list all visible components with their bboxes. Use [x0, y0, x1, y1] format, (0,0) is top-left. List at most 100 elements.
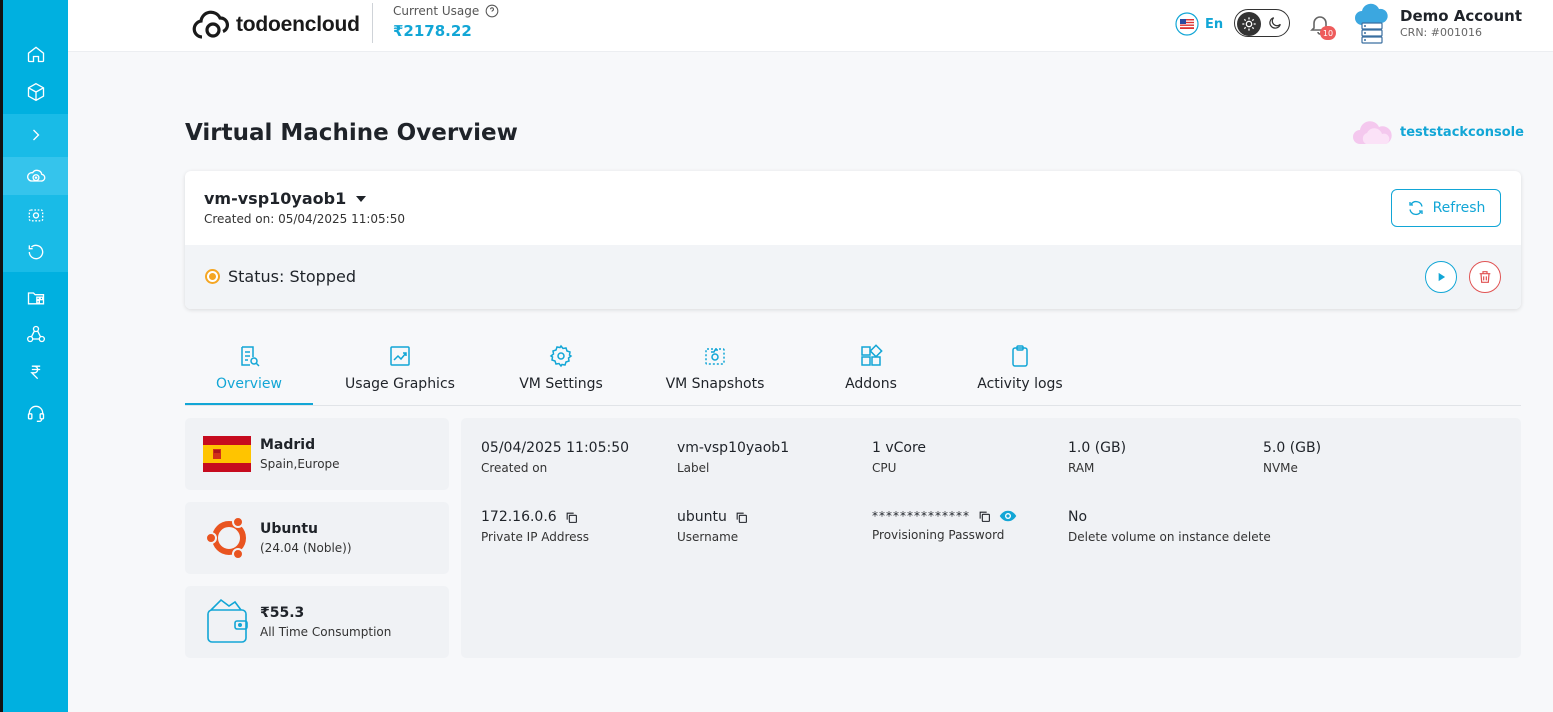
- headset-icon: [27, 405, 44, 422]
- os-name: Ubuntu: [260, 521, 318, 537]
- created-on-value: 05/04/2025 11:05:50: [481, 440, 630, 456]
- created-on-field: 05/04/2025 11:05:50 Created on: [481, 440, 629, 475]
- username-label: Username: [677, 530, 739, 544]
- label-label: Label: [677, 461, 710, 475]
- sidebar-item-virtual-machines[interactable]: [3, 157, 68, 195]
- tab-label: Addons: [845, 376, 897, 392]
- sun-icon: [1237, 12, 1261, 36]
- nvme-value: 5.0 (GB): [1263, 440, 1322, 456]
- tab-addons[interactable]: Addons: [821, 340, 921, 405]
- tab-usage-graphics[interactable]: Usage Graphics: [335, 340, 465, 405]
- private-ip-label: Private IP Address: [481, 530, 590, 544]
- os-card: Ubuntu (24.04 (Noble)): [185, 502, 449, 574]
- nvme-field: 5.0 (GB) NVMe: [1263, 440, 1321, 475]
- moon-icon: [1269, 17, 1281, 29]
- sidebar-item-snapshots[interactable]: [3, 196, 68, 234]
- usage-label: Current Usage: [393, 4, 499, 18]
- header-divider: [372, 3, 373, 43]
- delete-volume-label: Delete volume on instance delete: [1068, 530, 1271, 544]
- tab-activity-logs[interactable]: Activity logs: [965, 340, 1075, 405]
- history-icon: [28, 244, 43, 260]
- sidebar-item-expand[interactable]: [3, 116, 68, 154]
- tab-vm-snapshots[interactable]: VM Snapshots: [657, 340, 773, 405]
- cloud-add-icon: [26, 169, 45, 182]
- vm-selector[interactable]: vm-vsp10yaob1: [204, 189, 367, 208]
- console-name: teststackconsole: [1400, 124, 1524, 140]
- help-icon[interactable]: [485, 4, 499, 18]
- network-icon: [26, 325, 45, 343]
- ubuntu-logo-icon: [205, 516, 246, 560]
- tab-vm-settings[interactable]: VM Settings: [505, 340, 617, 405]
- status-bar: Status: Stopped: [185, 245, 1521, 309]
- refresh-button[interactable]: Refresh: [1391, 189, 1501, 227]
- brand-name: todoencloud: [236, 13, 360, 36]
- page-title: Virtual Machine Overview: [185, 120, 518, 146]
- sidebar-item-network[interactable]: [3, 315, 68, 353]
- tab-overview[interactable]: Overview: [185, 340, 313, 405]
- password-row: **************: [872, 509, 1017, 523]
- refresh-label: Refresh: [1432, 200, 1486, 216]
- gear-icon: [549, 344, 573, 368]
- us-flag-icon: [1175, 12, 1199, 36]
- delete-volume-field: No Delete volume on instance delete: [1068, 509, 1271, 544]
- trash-icon: [1479, 271, 1491, 283]
- private-ip-value: 172.16.0.6: [481, 509, 557, 525]
- vm-name: vm-vsp10yaob1: [204, 189, 347, 208]
- top-bar: todoencloud Current Usage ₹2178.22 En 10: [68, 0, 1553, 52]
- spain-flag-icon: [203, 436, 251, 472]
- wallet-icon: [207, 598, 248, 643]
- brand-logo[interactable]: todoencloud: [192, 8, 360, 42]
- sidebar-item-billing[interactable]: [3, 353, 68, 391]
- refresh-icon: [1408, 200, 1423, 216]
- language-selector[interactable]: En: [1175, 12, 1223, 36]
- chart-icon: [390, 346, 410, 366]
- sidebar-item-backups[interactable]: [3, 233, 68, 271]
- theme-toggle[interactable]: [1234, 9, 1290, 37]
- console-link[interactable]: teststackconsole: [1352, 118, 1524, 146]
- vm-created-date: Created on: 05/04/2025 11:05:50: [204, 212, 405, 226]
- sidebar: [0, 0, 68, 712]
- copy-icon[interactable]: [978, 510, 991, 523]
- ram-value: 1.0 (GB): [1068, 440, 1127, 456]
- sidebar-item-home[interactable]: [3, 35, 68, 73]
- consumption-value: ₹55.3: [260, 605, 305, 621]
- location-region: Spain,Europe: [260, 457, 340, 471]
- copy-icon[interactable]: [735, 511, 748, 524]
- ram-field: 1.0 (GB) RAM: [1068, 440, 1126, 475]
- home-icon: [27, 46, 44, 63]
- notification-badge: 10: [1320, 26, 1336, 40]
- location-city: Madrid: [260, 437, 316, 453]
- password-value: **************: [872, 509, 970, 523]
- pink-cloud-icon: [1353, 121, 1392, 144]
- copy-icon[interactable]: [565, 511, 578, 524]
- ram-label: RAM: [1068, 461, 1095, 475]
- clipboard-icon: [1012, 345, 1028, 367]
- account-avatar[interactable]: [1352, 3, 1392, 49]
- eye-icon[interactable]: [999, 509, 1017, 523]
- play-icon: [1438, 272, 1446, 282]
- start-vm-button[interactable]: [1425, 261, 1457, 293]
- username-field: ubuntu Username: [677, 509, 748, 544]
- status-text: Status: Stopped: [228, 267, 356, 286]
- usage-value: ₹2178.22: [393, 22, 472, 40]
- delete-vm-button[interactable]: [1469, 261, 1501, 293]
- usage-label-text: Current Usage: [393, 4, 480, 18]
- addons-icon: [861, 344, 883, 366]
- cloud-server-icon: [1355, 3, 1388, 44]
- account-name[interactable]: Demo Account: [1400, 7, 1522, 25]
- vm-tabs: Overview Usage Graphics VM Settings VM S…: [185, 340, 1521, 406]
- tab-label: VM Settings: [519, 376, 603, 392]
- caret-down-icon: [356, 195, 367, 202]
- consumption-card: ₹55.3 All Time Consumption: [185, 586, 449, 658]
- sidebar-item-support[interactable]: [3, 394, 68, 432]
- snapshot-icon: [705, 348, 725, 365]
- private-ip-row: 172.16.0.6: [481, 509, 589, 525]
- delete-volume-value: No: [1068, 509, 1088, 525]
- sidebar-item-products[interactable]: [3, 73, 68, 111]
- sidebar-item-storage[interactable]: [3, 279, 68, 317]
- consumption-label: All Time Consumption: [260, 625, 392, 639]
- nvme-label: NVMe: [1263, 461, 1298, 475]
- tab-label: Usage Graphics: [345, 376, 455, 392]
- overview-icon: [241, 346, 260, 367]
- chevron-right-icon: [32, 129, 39, 141]
